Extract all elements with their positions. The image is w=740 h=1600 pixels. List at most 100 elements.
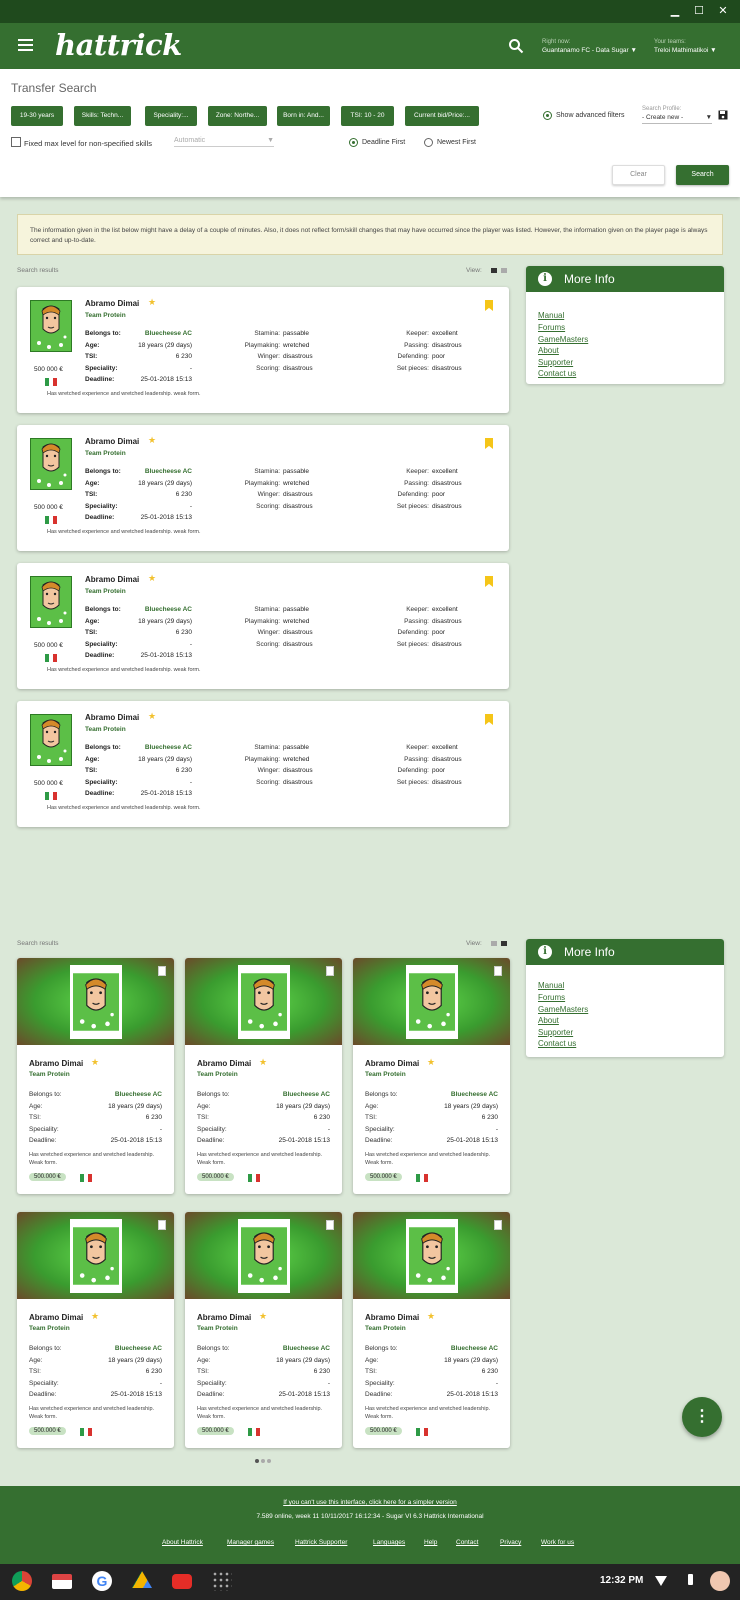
search-button[interactable]: Search xyxy=(676,165,729,185)
link-gamemasters[interactable]: GameMasters xyxy=(538,335,588,344)
player-name[interactable]: Abramo Dimai xyxy=(365,1059,419,1068)
link-gamemasters[interactable]: GameMasters xyxy=(538,1005,588,1014)
player-avatar[interactable] xyxy=(405,965,458,1039)
grid-view-icon[interactable] xyxy=(501,268,507,273)
filter-chip-born-in[interactable]: Born in: And... xyxy=(277,106,330,126)
player-name[interactable]: Abramo Dimai xyxy=(85,299,139,308)
player-name[interactable]: Abramo Dimai xyxy=(85,713,139,722)
minimize-icon[interactable]: ▁ xyxy=(668,4,682,18)
player-avatar[interactable] xyxy=(30,714,72,766)
player-card-grid[interactable]: Abramo Dimai ★ Team Protein Belongs to: Blue… xyxy=(353,958,510,1194)
link-forums[interactable]: Forums xyxy=(538,323,565,332)
player-name[interactable]: Abramo Dimai xyxy=(365,1313,419,1322)
footer-link-help[interactable]: Help xyxy=(424,1539,437,1546)
footer-link-contact[interactable]: Contact xyxy=(456,1539,478,1546)
player-avatar[interactable] xyxy=(69,1219,122,1293)
battery-icon[interactable] xyxy=(688,1574,693,1585)
player-card-grid[interactable]: Abramo Dimai ★ Team Protein Belongs to: Blue… xyxy=(185,1212,342,1448)
player-card-list[interactable]: 500 000 € Abramo Dimai ★ Team Protein Belong… xyxy=(17,563,509,689)
player-card-list[interactable]: 500 000 € Abramo Dimai ★ Team Protein Belong… xyxy=(17,425,509,551)
clear-button[interactable]: Clear xyxy=(612,165,665,185)
bookmark-icon[interactable] xyxy=(158,966,166,976)
link-forums[interactable]: Forums xyxy=(538,993,565,1002)
maximize-icon[interactable]: ☐ xyxy=(692,4,706,18)
list-view-icon[interactable] xyxy=(491,941,497,946)
pager-dot[interactable] xyxy=(267,1459,271,1463)
link-manual[interactable]: Manual xyxy=(538,311,564,320)
player-card-grid[interactable]: Abramo Dimai ★ Team Protein Belongs to: Blue… xyxy=(17,958,174,1194)
deadline-first-radio[interactable] xyxy=(349,138,358,147)
filter-chip-price[interactable]: Current bid/Price:... xyxy=(405,106,479,126)
link-supporter[interactable]: Supporter xyxy=(538,1028,573,1037)
newest-first-radio[interactable] xyxy=(424,138,433,147)
player-name[interactable]: Abramo Dimai xyxy=(197,1059,251,1068)
bookmark-icon[interactable] xyxy=(494,966,502,976)
player-card-list[interactable]: 500 000 € Abramo Dimai ★ Team Protein Belong… xyxy=(17,287,509,413)
player-team[interactable]: Team Protein xyxy=(85,312,126,319)
link-supporter[interactable]: Supporter xyxy=(538,358,573,367)
player-card-grid[interactable]: Abramo Dimai ★ Team Protein Belongs to: Blue… xyxy=(17,1212,174,1448)
player-avatar[interactable] xyxy=(30,300,72,352)
apps-launcher-icon[interactable] xyxy=(212,1571,232,1591)
player-card-list[interactable]: 500 000 € Abramo Dimai ★ Team Protein Belong… xyxy=(17,701,509,827)
player-team[interactable]: Team Protein xyxy=(197,1071,238,1078)
pager-dot[interactable] xyxy=(261,1459,265,1463)
player-team[interactable]: Team Protein xyxy=(365,1071,406,1078)
footer-link-supporter[interactable]: Hattrick Supporter xyxy=(295,1539,347,1546)
clock[interactable]: 12:32 PM xyxy=(600,1575,643,1586)
filter-chip-age[interactable]: 19-30 years xyxy=(11,106,63,126)
your-teams-select[interactable]: Treloi Mathimatikoi ▼ xyxy=(654,47,717,54)
search-profile-select[interactable]: - Create new - ▼ xyxy=(642,114,712,124)
link-contact[interactable]: Contact us xyxy=(538,369,576,378)
filter-chip-speciality[interactable]: Speciality:... xyxy=(145,106,197,126)
bookmark-icon[interactable] xyxy=(485,300,493,311)
simple-version-text[interactable]: If you can't use this interface, click h… xyxy=(283,1499,457,1506)
google-icon[interactable]: G xyxy=(92,1571,112,1591)
footer-link-languages[interactable]: Languages xyxy=(373,1539,405,1546)
close-icon[interactable]: ✕ xyxy=(716,4,730,18)
player-avatar[interactable] xyxy=(237,965,290,1039)
right-now-select[interactable]: Guantanamo FC - Data Sugar ▼ xyxy=(542,47,637,54)
automatic-select[interactable]: Automatic ▼ xyxy=(174,137,274,147)
player-team[interactable]: Team Protein xyxy=(85,588,126,595)
player-card-grid[interactable]: Abramo Dimai ★ Team Protein Belongs to: Blue… xyxy=(353,1212,510,1448)
bookmark-icon[interactable] xyxy=(494,1220,502,1230)
player-avatar[interactable] xyxy=(405,1219,458,1293)
bookmark-icon[interactable] xyxy=(485,714,493,725)
bookmark-icon[interactable] xyxy=(485,576,493,587)
gmail-icon[interactable] xyxy=(52,1574,72,1589)
player-avatar[interactable] xyxy=(237,1219,290,1293)
footer-link-work-for-us[interactable]: Work for us xyxy=(541,1539,574,1546)
bookmark-icon[interactable] xyxy=(158,1220,166,1230)
player-avatar[interactable] xyxy=(69,965,122,1039)
more-actions-fab[interactable]: ⋮ xyxy=(682,1397,722,1437)
player-team[interactable]: Team Protein xyxy=(29,1325,70,1332)
player-name[interactable]: Abramo Dimai xyxy=(85,437,139,446)
belongs-value[interactable]: Bluecheese AC xyxy=(145,330,192,337)
grid-view-icon[interactable] xyxy=(501,941,507,946)
list-view-icon[interactable] xyxy=(491,268,497,273)
belongs-value[interactable]: Bluecheese AC xyxy=(145,606,192,613)
footer-link-manager-games[interactable]: Manager games xyxy=(227,1539,274,1546)
player-name[interactable]: Abramo Dimai xyxy=(29,1059,83,1068)
player-name[interactable]: Abramo Dimai xyxy=(29,1313,83,1322)
link-about[interactable]: About xyxy=(538,1016,559,1025)
belongs-value[interactable]: Bluecheese AC xyxy=(451,1091,498,1098)
pager-dot-active[interactable] xyxy=(255,1459,259,1463)
belongs-value[interactable]: Bluecheese AC xyxy=(115,1091,162,1098)
player-team[interactable]: Team Protein xyxy=(85,450,126,457)
footer-link-privacy[interactable]: Privacy xyxy=(500,1539,521,1546)
bookmark-icon[interactable] xyxy=(326,966,334,976)
player-team[interactable]: Team Protein xyxy=(365,1325,406,1332)
belongs-value[interactable]: Bluecheese AC xyxy=(115,1345,162,1352)
belongs-value[interactable]: Bluecheese AC xyxy=(451,1345,498,1352)
belongs-value[interactable]: Bluecheese AC xyxy=(283,1091,330,1098)
player-name[interactable]: Abramo Dimai xyxy=(85,575,139,584)
chrome-icon[interactable] xyxy=(12,1571,32,1591)
save-icon[interactable] xyxy=(718,110,728,120)
search-icon[interactable] xyxy=(508,38,524,54)
hamburger-menu-icon[interactable] xyxy=(18,39,33,51)
player-name[interactable]: Abramo Dimai xyxy=(197,1313,251,1322)
player-team[interactable]: Team Protein xyxy=(85,726,126,733)
bookmark-icon[interactable] xyxy=(326,1220,334,1230)
